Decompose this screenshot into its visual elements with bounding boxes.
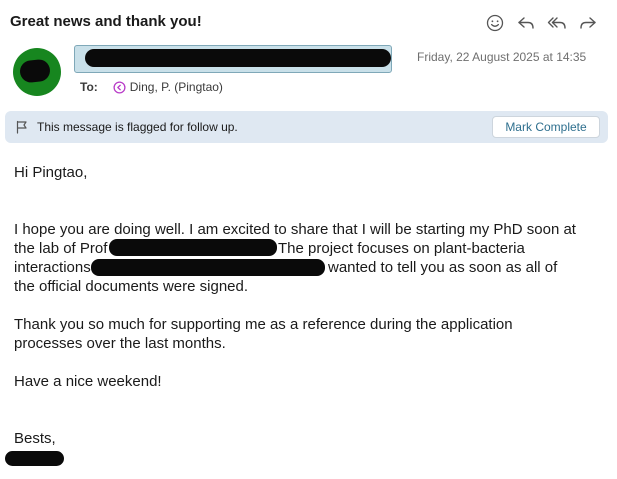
closing: Bests, bbox=[14, 430, 56, 447]
forward-icon bbox=[580, 17, 596, 29]
reply-button[interactable] bbox=[515, 12, 537, 34]
recipient-contact-icon[interactable] bbox=[113, 80, 126, 94]
reply-all-icon bbox=[547, 17, 566, 29]
body-line: the lab of Prof bbox=[14, 240, 108, 257]
redaction-mark bbox=[18, 58, 52, 84]
body-line: wanted to tell you as soon as all of bbox=[328, 259, 558, 276]
redaction-mark bbox=[109, 239, 277, 256]
email-subject: Great news and thank you! bbox=[10, 13, 202, 30]
follow-up-flag-banner: This message is flagged for follow up. M… bbox=[5, 111, 608, 143]
redaction-mark bbox=[85, 49, 391, 67]
flag-icon bbox=[16, 120, 27, 134]
reply-all-button[interactable] bbox=[546, 12, 568, 34]
message-actions-toolbar bbox=[484, 12, 599, 34]
sender-field[interactable] bbox=[74, 45, 392, 73]
smiley-icon bbox=[486, 14, 504, 32]
body-line: Thank you so much for supporting me as a… bbox=[14, 316, 513, 333]
flag-message: This message is flagged for follow up. bbox=[37, 120, 238, 134]
redaction-mark bbox=[5, 451, 64, 466]
mark-complete-button[interactable]: Mark Complete bbox=[492, 116, 600, 138]
sender-avatar[interactable] bbox=[13, 48, 61, 96]
recipient-row: To: Ding, P. (Pingtao) bbox=[80, 80, 223, 94]
body-line: interactions bbox=[14, 259, 91, 276]
greeting: Hi Pingtao, bbox=[14, 164, 88, 181]
body-line: The project focuses on plant-bacteria bbox=[278, 240, 525, 257]
redaction-mark bbox=[91, 259, 325, 276]
forward-button[interactable] bbox=[577, 12, 599, 34]
body-line: the official documents were signed. bbox=[14, 278, 249, 295]
body-line: Have a nice weekend! bbox=[14, 373, 162, 390]
reply-icon bbox=[518, 17, 534, 29]
emoji-react-button[interactable] bbox=[484, 12, 506, 34]
to-label: To: bbox=[80, 80, 98, 94]
email-date: Friday, 22 August 2025 at 14:35 bbox=[417, 50, 587, 64]
body-line: I hope you are doing well. I am excited … bbox=[14, 221, 576, 238]
body-line: processes over the last months. bbox=[14, 335, 226, 352]
recipient-name[interactable]: Ding, P. (Pingtao) bbox=[130, 80, 223, 94]
